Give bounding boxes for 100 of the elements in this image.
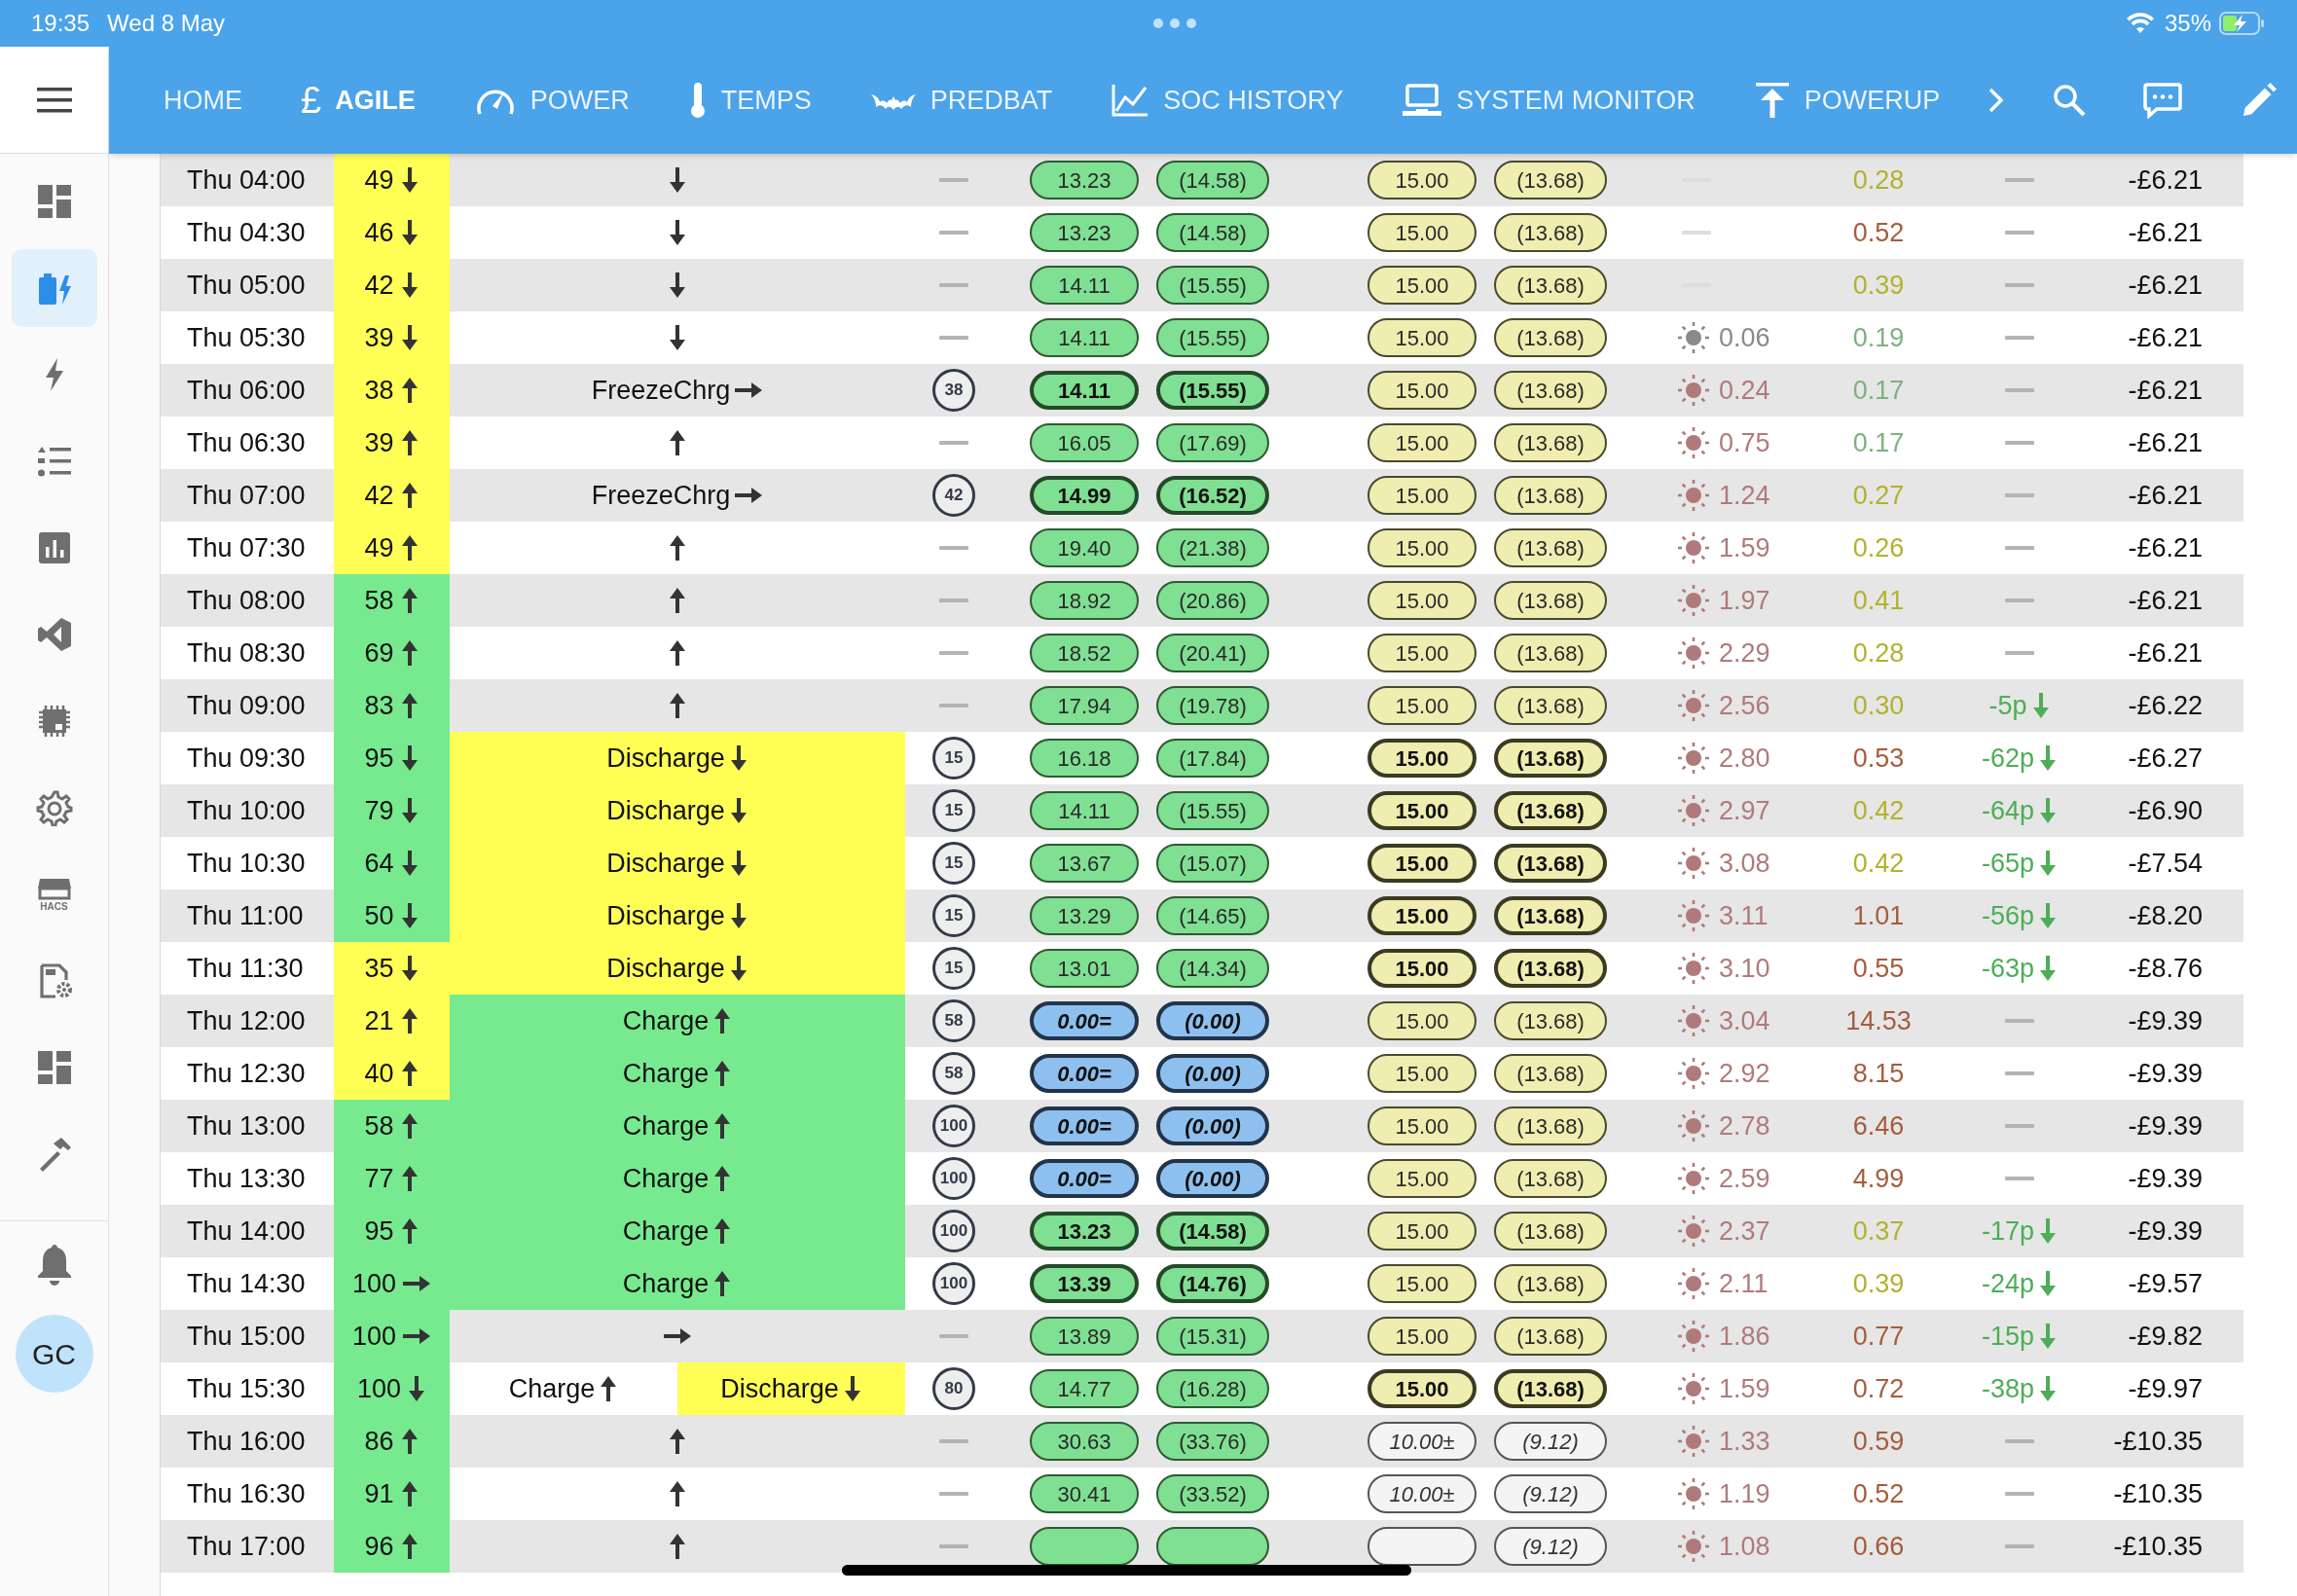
sun-icon xyxy=(1676,951,1711,986)
export-rate-pill: 15.00 xyxy=(1367,371,1477,410)
time-cell-text: Thu 13:30 xyxy=(187,1162,306,1195)
cost-down-arrow-icon xyxy=(2038,850,2058,877)
import-rate-pill: (0.00) xyxy=(1156,1001,1269,1040)
soc-cell: 42 xyxy=(334,259,450,311)
load-value: 0.52 xyxy=(1852,1477,1905,1510)
sun-icon xyxy=(1676,1424,1711,1459)
state-arrow-icon xyxy=(728,797,748,824)
soc-trend-arrow-icon xyxy=(399,1428,419,1455)
nav-tab[interactable]: £ AGILE xyxy=(275,47,441,154)
sun-icon xyxy=(1676,741,1711,776)
import-rate-pill: 13.39 xyxy=(1030,1264,1139,1303)
sun-icon xyxy=(1676,1108,1711,1143)
total-cost-value: -£9.39 xyxy=(2128,1109,2203,1143)
total-cost-value: -£9.82 xyxy=(2128,1320,2203,1353)
soc-trend-arrow-icon xyxy=(399,1533,419,1560)
soc-trend-arrow-icon xyxy=(399,534,419,562)
soc-cell: 69 xyxy=(334,627,450,679)
load-value: 0.52 xyxy=(1852,216,1905,249)
soc-cell: 77 xyxy=(334,1152,450,1205)
soc-trend-arrow-icon xyxy=(399,587,419,614)
pv-forecast-value: 3.08 xyxy=(1719,847,1770,880)
dash-icon xyxy=(2005,1177,2034,1180)
import-rate-pill: 13.23 xyxy=(1030,1212,1139,1251)
load-value: 0.42 xyxy=(1852,847,1905,880)
import-rate-pill: (20.86) xyxy=(1156,581,1269,620)
time-cell-text: Thu 15:30 xyxy=(187,1372,306,1405)
total-cost-value: -£9.57 xyxy=(2128,1267,2203,1300)
import-rate-pill: 13.67 xyxy=(1030,844,1139,883)
soc-cell: 50 xyxy=(334,889,450,942)
time-cell-text: Thu 11:30 xyxy=(187,952,304,985)
cost-down-arrow-icon xyxy=(2038,902,2058,929)
limit-badge: 15 xyxy=(932,842,975,885)
dash-icon xyxy=(939,283,968,287)
soc-cell: 49 xyxy=(334,522,450,574)
load-value: 0.72 xyxy=(1852,1372,1905,1405)
sidebar-item[interactable]: HACS xyxy=(11,855,97,933)
total-cost-value: -£6.21 xyxy=(2128,216,2203,249)
soc-cell: 100 xyxy=(334,1257,450,1310)
load-value: 0.17 xyxy=(1852,374,1905,407)
cost-change-value: -24p xyxy=(1981,1267,2034,1300)
soc-trend-arrow-icon xyxy=(399,692,419,719)
load-value: 0.59 xyxy=(1852,1425,1905,1458)
soc-cell: 35 xyxy=(334,942,450,995)
export-rate-pill: (13.68) xyxy=(1494,1106,1607,1145)
pencil-icon[interactable] xyxy=(2241,82,2278,119)
nav-tab[interactable]: SYSTEM MONITOR xyxy=(1376,47,1721,154)
sun-icon xyxy=(1676,1214,1711,1249)
sun-icon xyxy=(1676,530,1711,565)
soc-cell: 86 xyxy=(334,1415,450,1468)
state-arrow-icon xyxy=(668,166,687,194)
sun-icon xyxy=(1676,1056,1711,1091)
soc-trend-arrow-icon xyxy=(399,1480,419,1507)
export-rate-pill: (13.68) xyxy=(1494,318,1607,357)
soc-trend-arrow-icon xyxy=(399,1217,419,1245)
nav-tab[interactable]: PREDBAT xyxy=(844,47,1078,154)
user-avatar[interactable]: GC xyxy=(15,1315,93,1393)
dash-icon xyxy=(939,1544,968,1548)
nav-tab[interactable]: POWERUP xyxy=(1728,47,1966,154)
status-date: Wed 8 May xyxy=(107,9,225,38)
load-value: 0.27 xyxy=(1852,479,1905,512)
soc-cell: 83 xyxy=(334,679,450,732)
battery-percent: 35% xyxy=(2164,9,2211,38)
multitasking-dots-icon[interactable] xyxy=(1152,18,1198,29)
nav-tab[interactable]: HOME xyxy=(138,47,268,154)
export-rate-pill: 15.00 xyxy=(1367,896,1477,935)
state-arrow-icon xyxy=(668,1533,687,1560)
nav-tab[interactable]: SOC HISTORY xyxy=(1085,47,1369,154)
pv-forecast-value: 1.59 xyxy=(1719,1372,1770,1405)
import-rate-pill: (19.78) xyxy=(1156,686,1269,725)
dash-icon xyxy=(2005,493,2034,497)
soc-cell: 40 xyxy=(334,1047,450,1100)
dash-icon xyxy=(939,231,968,235)
export-rate-pill: 15.00 xyxy=(1367,581,1477,620)
total-cost-value: -£6.21 xyxy=(2128,163,2203,197)
cost-down-arrow-icon xyxy=(2030,692,2051,719)
nav-tab[interactable]: TEMPS xyxy=(662,47,837,154)
dash-icon xyxy=(2005,1124,2034,1128)
export-rate-pill: 15.00 xyxy=(1367,1001,1477,1040)
nav-tab[interactable]: POWER xyxy=(448,47,655,154)
sidebar-item[interactable] xyxy=(11,249,97,327)
dash-icon xyxy=(2005,441,2034,445)
load-value: 0.26 xyxy=(1852,531,1905,564)
import-rate-pill: 13.01 xyxy=(1030,949,1139,988)
soc-trend-arrow-icon xyxy=(407,1375,427,1402)
import-rate-pill: (14.58) xyxy=(1156,161,1269,200)
dash-icon xyxy=(939,546,968,550)
import-rate-pill: 16.18 xyxy=(1030,739,1139,778)
chat-icon[interactable] xyxy=(2143,82,2182,119)
menu-icon[interactable] xyxy=(36,87,72,113)
sun-icon xyxy=(1676,373,1711,408)
import-rate-pill: (15.07) xyxy=(1156,844,1269,883)
search-icon[interactable] xyxy=(2052,83,2087,118)
soc-cell: 39 xyxy=(334,417,450,469)
cost-change-value: -15p xyxy=(1981,1320,2034,1353)
dash-icon xyxy=(2005,388,2034,392)
export-rate-pill: (9.12) xyxy=(1494,1527,1607,1566)
sun-icon xyxy=(1676,478,1711,513)
load-value: 8.15 xyxy=(1852,1057,1905,1090)
